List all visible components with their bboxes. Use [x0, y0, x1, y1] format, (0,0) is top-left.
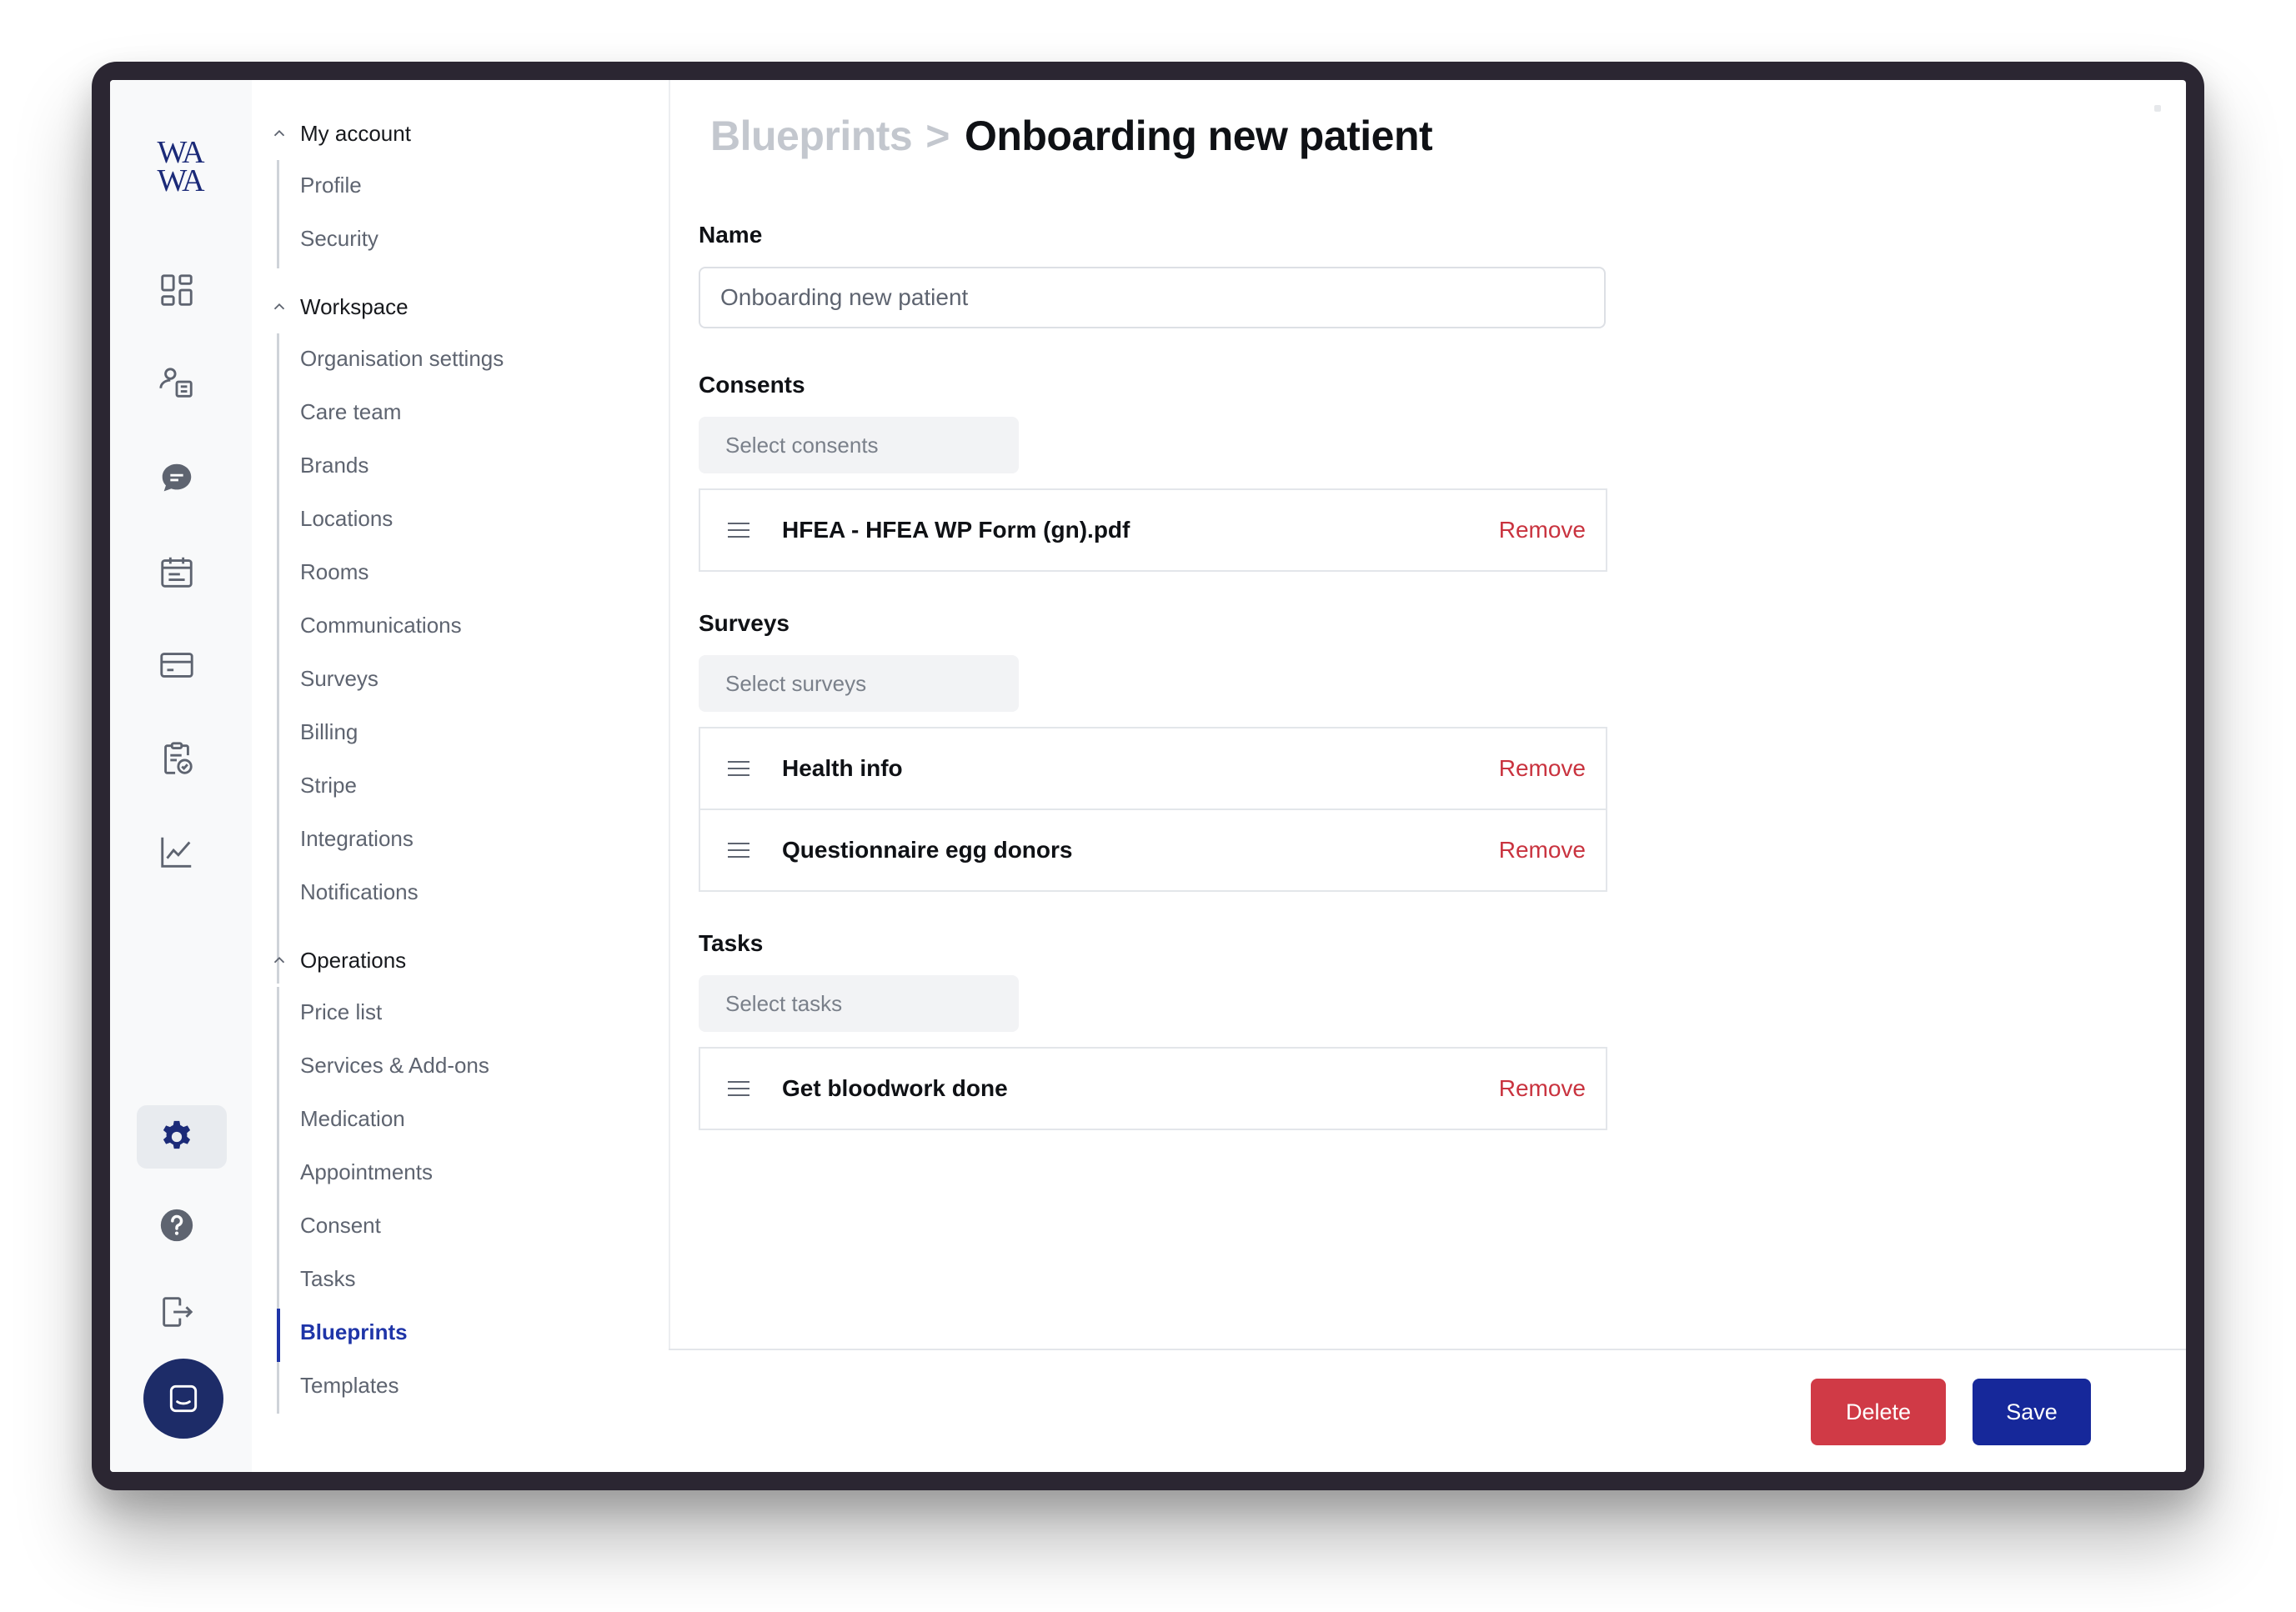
brand-logo[interactable]: WA WA: [147, 135, 213, 198]
list-item: Health info Remove: [700, 728, 1606, 809]
consents-label: Consents: [699, 372, 805, 398]
breadcrumb-current: Onboarding new patient: [964, 113, 1433, 159]
name-input[interactable]: [699, 267, 1606, 328]
surveys-list: Health info Remove Questionnaire egg don…: [699, 727, 1607, 892]
save-button[interactable]: Save: [1973, 1379, 2091, 1445]
corner-indicator: [2154, 105, 2161, 112]
section-title: My account: [300, 120, 411, 146]
select-consents-button[interactable]: Select consents: [699, 417, 1019, 473]
section-title: Workspace: [300, 293, 409, 319]
drag-handle-icon[interactable]: [727, 522, 750, 538]
nav-item-care-team[interactable]: Care team: [300, 395, 401, 428]
breadcrumb-parent[interactable]: Blueprints: [710, 113, 913, 159]
card-icon[interactable]: [157, 645, 197, 685]
logo-line-2: WA: [157, 163, 204, 198]
list-item: Get bloodwork done Remove: [700, 1049, 1606, 1129]
chevron-up-icon: [273, 956, 285, 964]
section-operations[interactable]: Operations: [270, 944, 406, 977]
section-title: Operations: [300, 947, 407, 973]
survey-name: Questionnaire egg donors: [782, 837, 1073, 863]
nav-item-tasks[interactable]: Tasks: [300, 1262, 355, 1295]
nav-item-brands[interactable]: Brands: [300, 448, 368, 482]
tasks-label: Tasks: [699, 930, 764, 956]
drag-handle-icon[interactable]: [727, 842, 750, 859]
help-icon[interactable]: [157, 1205, 197, 1245]
section-workspace[interactable]: Workspace: [270, 290, 409, 323]
nav-item-security[interactable]: Security: [300, 222, 378, 255]
settings-subnav: My account Profile Security Workspace Or…: [252, 80, 670, 1472]
gear-icon[interactable]: [157, 1117, 197, 1157]
chat-icon[interactable]: [157, 458, 197, 498]
nav-item-communications[interactable]: Communications: [300, 608, 462, 642]
chart-icon[interactable]: [157, 832, 197, 872]
list-item: HFEA - HFEA WP Form (gn).pdf Remove: [700, 490, 1606, 570]
survey-name: Health info: [782, 755, 903, 781]
nav-item-organisation-settings[interactable]: Organisation settings: [300, 342, 504, 375]
section-divider: [277, 333, 279, 984]
nav-item-appointments[interactable]: Appointments: [300, 1155, 433, 1189]
nav-item-blueprints[interactable]: Blueprints: [300, 1315, 408, 1349]
breadcrumb-separator: >: [925, 113, 950, 159]
chevron-up-icon: [273, 303, 285, 310]
nav-item-surveys[interactable]: Surveys: [300, 662, 378, 695]
tasks-list: Get bloodwork done Remove: [699, 1047, 1607, 1130]
remove-button[interactable]: Remove: [1499, 517, 1586, 543]
dashboard-icon[interactable]: [157, 270, 197, 310]
section-my-account[interactable]: My account: [270, 117, 411, 150]
clipboard-check-icon[interactable]: [157, 738, 197, 778]
page-title: Blueprints > Onboarding new patient: [710, 112, 1433, 160]
nav-item-medication[interactable]: Medication: [300, 1102, 405, 1135]
section-divider: [277, 160, 279, 268]
surveys-label: Surveys: [699, 610, 790, 636]
app-window: WA WA My account Profile Security Worksp…: [110, 80, 2186, 1472]
active-indicator: [277, 1309, 280, 1362]
remove-button[interactable]: Remove: [1499, 1075, 1586, 1102]
nav-item-services-addons[interactable]: Services & Add-ons: [300, 1049, 489, 1082]
nav-item-consent[interactable]: Consent: [300, 1209, 381, 1242]
nav-item-notifications[interactable]: Notifications: [300, 875, 419, 909]
chat-support-icon[interactable]: [143, 1359, 223, 1439]
icon-rail: WA WA: [110, 80, 253, 1472]
form-footer: Delete Save: [669, 1349, 2186, 1472]
delete-button[interactable]: Delete: [1811, 1379, 1946, 1445]
nav-item-integrations[interactable]: Integrations: [300, 822, 414, 855]
calendar-icon[interactable]: [157, 552, 197, 592]
chevron-up-icon: [273, 129, 285, 137]
name-label: Name: [699, 222, 763, 248]
drag-handle-icon[interactable]: [727, 1080, 750, 1097]
task-name: Get bloodwork done: [782, 1075, 1008, 1101]
nav-item-profile[interactable]: Profile: [300, 168, 362, 202]
consents-list: HFEA - HFEA WP Form (gn).pdf Remove: [699, 488, 1607, 572]
remove-button[interactable]: Remove: [1499, 755, 1586, 782]
drag-handle-icon[interactable]: [727, 760, 750, 777]
nav-item-price-list[interactable]: Price list: [300, 995, 382, 1029]
nav-item-billing[interactable]: Billing: [300, 715, 358, 748]
remove-button[interactable]: Remove: [1499, 837, 1586, 864]
patients-icon[interactable]: [157, 363, 197, 403]
list-item: Questionnaire egg donors Remove: [700, 809, 1606, 890]
logo-line-1: WA: [157, 135, 204, 170]
select-tasks-button[interactable]: Select tasks: [699, 975, 1019, 1032]
nav-item-rooms[interactable]: Rooms: [300, 555, 368, 588]
main-content: Blueprints > Onboarding new patient Name C…: [669, 80, 2186, 1472]
device-frame: WA WA My account Profile Security Worksp…: [92, 62, 2204, 1490]
consent-name: HFEA - HFEA WP Form (gn).pdf: [782, 517, 1130, 543]
nav-item-stripe[interactable]: Stripe: [300, 768, 357, 802]
nav-item-templates[interactable]: Templates: [300, 1369, 399, 1402]
select-surveys-button[interactable]: Select surveys: [699, 655, 1019, 712]
logout-icon[interactable]: [157, 1292, 197, 1332]
nav-item-locations[interactable]: Locations: [300, 502, 393, 535]
